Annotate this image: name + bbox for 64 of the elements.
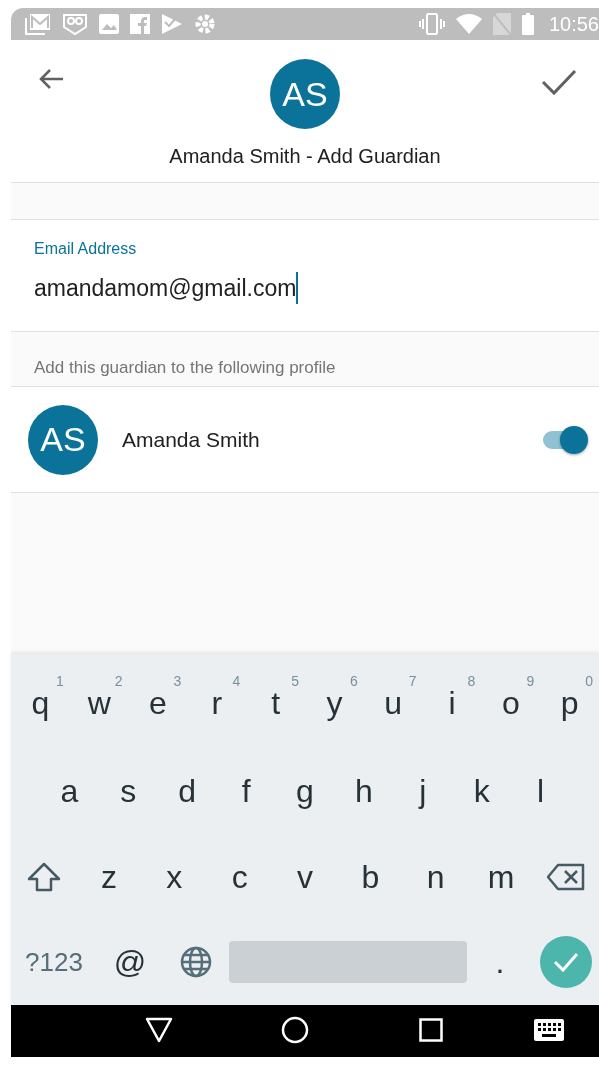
key-hint: 8 bbox=[467, 672, 476, 689]
keyboard-key[interactable]: @ bbox=[96, 927, 163, 998]
gear-icon bbox=[194, 13, 216, 35]
keyboard-key[interactable]: w 2 bbox=[69, 668, 129, 739]
keyboard-key[interactable]: t 5 bbox=[246, 668, 305, 739]
key-hint: 3 bbox=[173, 672, 182, 689]
profile-name: Amanda Smith bbox=[122, 427, 261, 452]
keyboard-icon[interactable] bbox=[534, 1018, 564, 1044]
key-hint: 0 bbox=[585, 672, 593, 689]
text-cursor bbox=[296, 272, 299, 304]
mail-icon bbox=[25, 13, 51, 35]
keyboard-key[interactable]: u 7 bbox=[363, 668, 423, 739]
keyboard-key[interactable]: r 4 bbox=[187, 668, 247, 739]
keyboard-key[interactable]: z bbox=[76, 842, 142, 913]
globe-icon[interactable] bbox=[180, 946, 212, 979]
section-header: Add this guardian to the following profile bbox=[11, 332, 599, 387]
keyboard-key[interactable]: l bbox=[511, 756, 570, 827]
key-hint: 6 bbox=[350, 672, 358, 689]
checkmark-tag-icon bbox=[161, 13, 183, 35]
vibrate-icon bbox=[418, 13, 445, 35]
wifi-icon bbox=[455, 14, 482, 34]
key-hint: 1 bbox=[56, 672, 64, 689]
shift-icon[interactable] bbox=[26, 862, 61, 893]
battery-icon bbox=[521, 13, 534, 35]
keyboard-key[interactable]: o 9 bbox=[481, 668, 541, 739]
keyboard-key[interactable]: m bbox=[468, 842, 534, 913]
keyboard-key[interactable]: a bbox=[40, 756, 99, 827]
keyboard-key[interactable]: x bbox=[141, 842, 207, 913]
keyboard-key[interactable]: s bbox=[98, 756, 158, 827]
checkmark-icon bbox=[552, 952, 579, 973]
clock-time: 10:56 bbox=[548, 12, 599, 36]
symbols-key[interactable]: ?123 bbox=[11, 927, 97, 998]
avatar: AS bbox=[28, 404, 98, 475]
keyboard-key[interactable]: d bbox=[157, 756, 217, 827]
keyboard-key[interactable]: e 3 bbox=[128, 668, 188, 739]
keyboard-key[interactable]: j bbox=[393, 756, 453, 827]
key-hint: 9 bbox=[526, 672, 535, 689]
keyboard-key[interactable]: h bbox=[334, 756, 394, 827]
key-hint: 7 bbox=[408, 672, 417, 689]
keyboard-key[interactable]: n bbox=[402, 842, 469, 913]
keyboard-key[interactable]: . bbox=[466, 927, 533, 998]
key-hint: 5 bbox=[291, 672, 299, 689]
image-icon bbox=[99, 14, 119, 34]
facebook-icon bbox=[130, 14, 150, 34]
email-field[interactable]: amandamom@gmail.com bbox=[34, 272, 299, 304]
keyboard-key[interactable]: i 8 bbox=[422, 668, 482, 739]
keyboard-key[interactable]: v bbox=[272, 842, 338, 913]
keyboard-key[interactable]: c bbox=[207, 842, 273, 913]
keyboard-key[interactable]: f bbox=[216, 756, 276, 827]
keyboard-key[interactable]: q 1 bbox=[11, 668, 70, 739]
no-sim-icon bbox=[492, 13, 511, 35]
keyboard-key[interactable]: g bbox=[275, 756, 335, 827]
shield-icon bbox=[62, 12, 88, 36]
keyboard-key[interactable]: p 0 bbox=[540, 668, 599, 739]
key-hint: 2 bbox=[114, 672, 123, 689]
screen-title: Amanda Smith - Add Guardian bbox=[169, 145, 441, 168]
backspace-icon[interactable] bbox=[547, 863, 586, 892]
keyboard-key[interactable]: b bbox=[337, 842, 403, 913]
keyboard-key[interactable]: k bbox=[452, 756, 512, 827]
field-label: Email Address bbox=[34, 240, 138, 258]
recents-square-icon[interactable] bbox=[419, 1017, 443, 1045]
keyboard-key[interactable]: y 6 bbox=[305, 668, 364, 739]
avatar: AS bbox=[270, 59, 340, 129]
key-hint: 4 bbox=[232, 672, 241, 689]
